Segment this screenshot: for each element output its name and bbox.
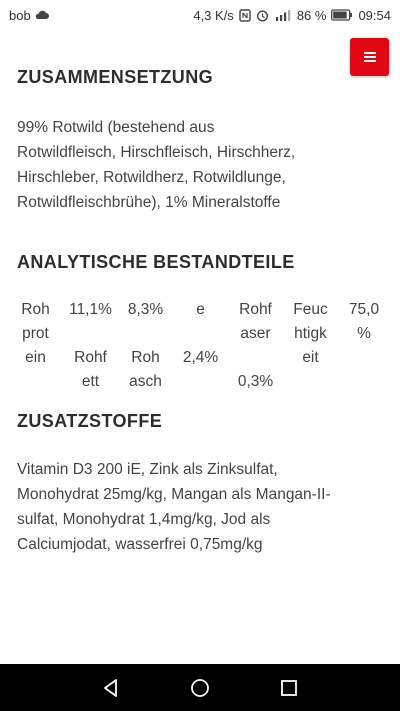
analysis-cell: Roh prot ein — [21, 301, 50, 366]
composition-line: 99% Rotwild (bestehend aus — [17, 119, 215, 136]
home-icon — [191, 679, 209, 697]
recents-icon — [281, 680, 297, 696]
status-left: bob — [9, 8, 49, 23]
analytical-heading: ANALYTISCHE BESTANDTEILE — [17, 252, 295, 272]
analytical-table: Roh prot ein 11,1% Rohf ett 8,3% Roh asc… — [8, 298, 392, 393]
composition-line: Rotwildfleischbrühe), 1% Mineralstoffe — [17, 194, 281, 211]
back-button[interactable] — [99, 676, 123, 700]
battery-icon — [331, 9, 353, 21]
additives-line: sulfat, Monohydrat 1,4mg/kg, Jod als — [17, 511, 271, 528]
back-icon — [104, 679, 117, 697]
additives-heading: ZUSATZSTOFFE — [17, 411, 163, 431]
analysis-cell: Rohf aser 0,3% — [237, 301, 274, 390]
analysis-cell: Feuc htigk eit — [293, 301, 328, 366]
signal-icon — [274, 9, 292, 21]
hamburger-icon — [363, 52, 376, 62]
composition-line: Rotwildfleisch, Hirschfleisch, Hirschher… — [17, 144, 296, 161]
analysis-cell: 8,3% Roh asch — [127, 301, 164, 390]
recents-button[interactable] — [277, 676, 301, 700]
alarm-icon — [256, 9, 269, 22]
battery-percent: 86 % — [296, 7, 327, 23]
composition-heading: ZUSAMMENSETZUNG — [17, 67, 213, 87]
additives-line: Calciumjodat, wasserfrei 0,75mg/kg — [17, 536, 263, 553]
network-speed: 4,3 K/s — [193, 7, 234, 23]
status-right: 4,3 K/s 86 % 09:54 — [193, 8, 391, 23]
cloud-icon — [35, 10, 49, 20]
additives-line: Vitamin D3 200 iE, Zink als Zinksulfat, — [17, 461, 278, 478]
analysis-cell: 11,1% Rohf ett — [69, 301, 112, 390]
status-bar: bob 4,3 K/s 86 % 09:54 — [0, 0, 400, 30]
navigation-bar — [0, 664, 400, 711]
carrier-name: bob — [9, 7, 31, 23]
home-button[interactable] — [188, 676, 212, 700]
menu-button[interactable] — [350, 38, 389, 76]
additives-text: Vitamin D3 200 iE, Zink als Zinksulfat, … — [17, 457, 377, 557]
composition-text: 99% Rotwild (bestehend aus Rotwildfleisc… — [17, 115, 377, 215]
additives-line: Monohydrat 25mg/kg, Mangan als Mangan-II… — [17, 486, 331, 503]
composition-line: Hirschleber, Rotwildherz, Rotwildlunge, — [17, 169, 286, 186]
analysis-cell: e 2,4% — [182, 301, 219, 366]
analysis-cell: 75,0 % — [348, 301, 380, 342]
nfc-icon — [239, 8, 251, 22]
clock: 09:54 — [358, 7, 391, 23]
